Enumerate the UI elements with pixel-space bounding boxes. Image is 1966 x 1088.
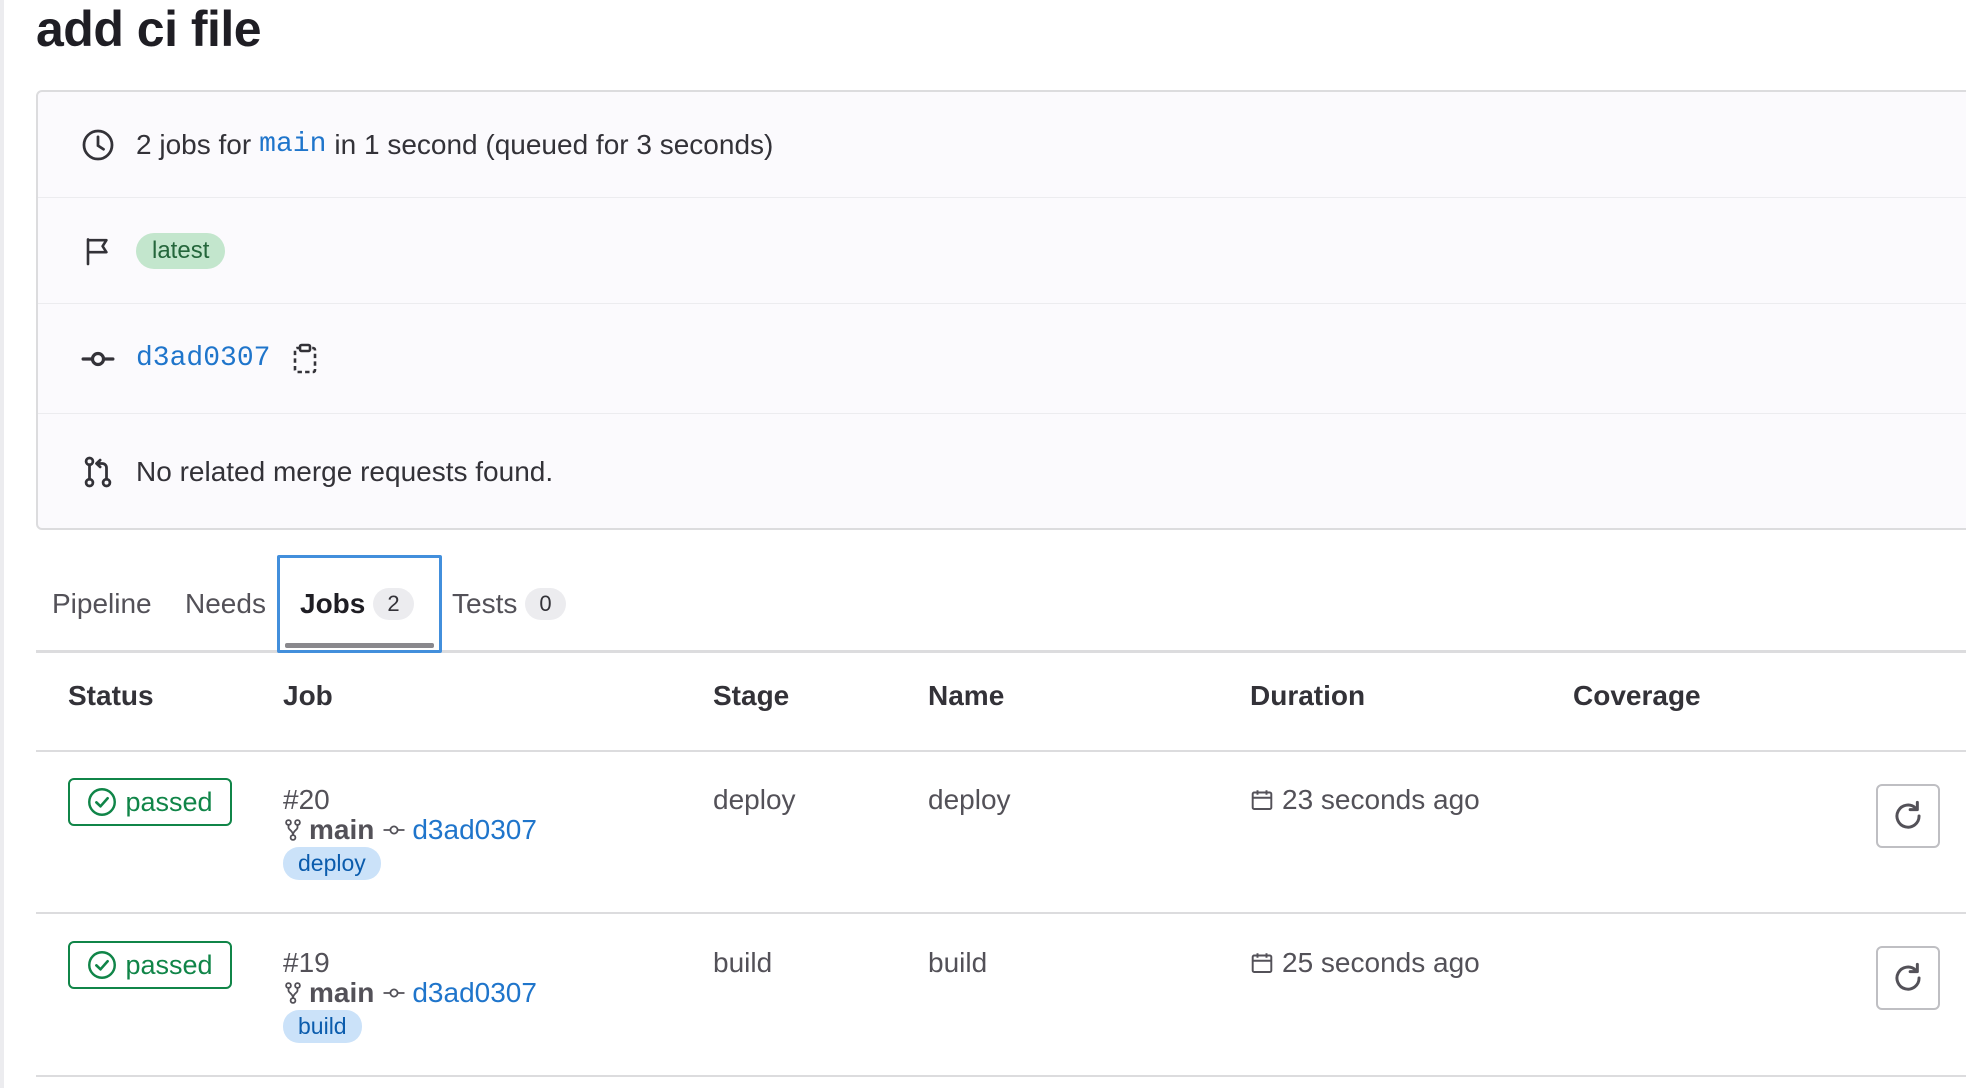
retry-icon [1895, 962, 1921, 991]
job-duration: 25 seconds ago [1250, 947, 1480, 979]
info-row-merge-requests: No related merge requests found. [38, 414, 1966, 530]
merge-request-icon [78, 452, 118, 492]
latest-badge: latest [136, 232, 226, 269]
job-duration: 23 seconds ago [1250, 784, 1480, 816]
job-stage: deploy [713, 784, 796, 815]
header-duration: Duration [1250, 680, 1366, 711]
commit-icon [383, 825, 405, 835]
commit-icon [78, 339, 118, 379]
commit-icon [383, 988, 405, 998]
summary-suffix: in 1 second (queued for 3 seconds) [334, 128, 774, 160]
flag-icon [78, 231, 118, 271]
tab-needs-label: Needs [185, 588, 266, 619]
job-name: build [928, 947, 988, 978]
job-ref: main d3ad0307 [283, 977, 537, 1009]
check-circle-icon [88, 788, 117, 816]
job-stage: build [713, 947, 773, 978]
header-status: Status [68, 680, 154, 711]
job-ref: main d3ad0307 [283, 814, 537, 846]
status-label: passed [125, 786, 213, 817]
tab-needs[interactable]: Needs [185, 555, 266, 653]
pipeline-info-panel: 2 jobs for main in 1 second (queued for … [36, 90, 1966, 530]
stage-pill: deploy [283, 847, 381, 880]
table-header-divider [36, 750, 1966, 752]
info-row-latest: latest [38, 198, 1966, 304]
active-tab-indicator [285, 643, 434, 648]
row-divider [36, 1075, 1966, 1077]
tab-tests-label: Tests [452, 588, 518, 619]
calendar-icon [1251, 790, 1273, 810]
tab-tests[interactable]: Tests 0 [452, 555, 566, 653]
tab-jobs[interactable]: Jobs 2 [277, 555, 442, 653]
job-id-link[interactable]: #19 [283, 947, 330, 979]
clock-icon [78, 125, 118, 165]
tab-pipeline-label: Pipeline [52, 588, 152, 619]
tests-count-badge: 0 [525, 588, 566, 620]
job-duration-label: 23 seconds ago [1282, 784, 1480, 815]
job-branch[interactable]: main [309, 977, 374, 1009]
job-id-link[interactable]: #20 [283, 784, 330, 816]
tab-jobs-label: Jobs [300, 588, 366, 619]
commit-sha-link[interactable]: d3ad0307 [136, 343, 270, 374]
jobs-count-badge: 2 [373, 588, 414, 620]
summary-prefix: 2 jobs for [136, 128, 252, 160]
retry-button[interactable] [1876, 784, 1940, 848]
page-left-border [0, 0, 4, 1088]
copy-to-clipboard-icon[interactable] [288, 339, 322, 379]
info-row-commit: d3ad0307 [38, 304, 1966, 414]
job-branch[interactable]: main [309, 814, 374, 846]
header-coverage: Coverage [1573, 680, 1701, 711]
status-badge[interactable]: passed [68, 778, 232, 826]
header-name: Name [928, 680, 1005, 711]
pipeline-tabs: Pipeline Needs Jobs 2 Tests 0 [36, 555, 1966, 653]
branch-icon [285, 982, 301, 1004]
page-title: add ci file [36, 1, 262, 57]
status-badge[interactable]: passed [68, 941, 232, 989]
row-divider [36, 912, 1966, 914]
calendar-icon [1251, 953, 1273, 973]
branch-icon [285, 819, 301, 841]
retry-icon [1895, 800, 1921, 829]
check-circle-icon [88, 951, 117, 979]
job-commit-link[interactable]: d3ad0307 [412, 814, 537, 846]
tab-pipeline[interactable]: Pipeline [52, 555, 152, 653]
branch-link[interactable]: main [259, 129, 326, 160]
info-row-summary: 2 jobs for main in 1 second (queued for … [38, 92, 1966, 198]
job-name: deploy [928, 784, 1011, 815]
retry-button[interactable] [1876, 946, 1940, 1010]
job-commit-link[interactable]: d3ad0307 [412, 977, 537, 1009]
header-job: Job [283, 680, 333, 711]
merge-requests-text: No related merge requests found. [136, 456, 554, 487]
header-stage: Stage [713, 680, 790, 711]
job-duration-label: 25 seconds ago [1282, 947, 1480, 978]
status-label: passed [125, 949, 213, 980]
stage-pill: build [283, 1010, 362, 1043]
